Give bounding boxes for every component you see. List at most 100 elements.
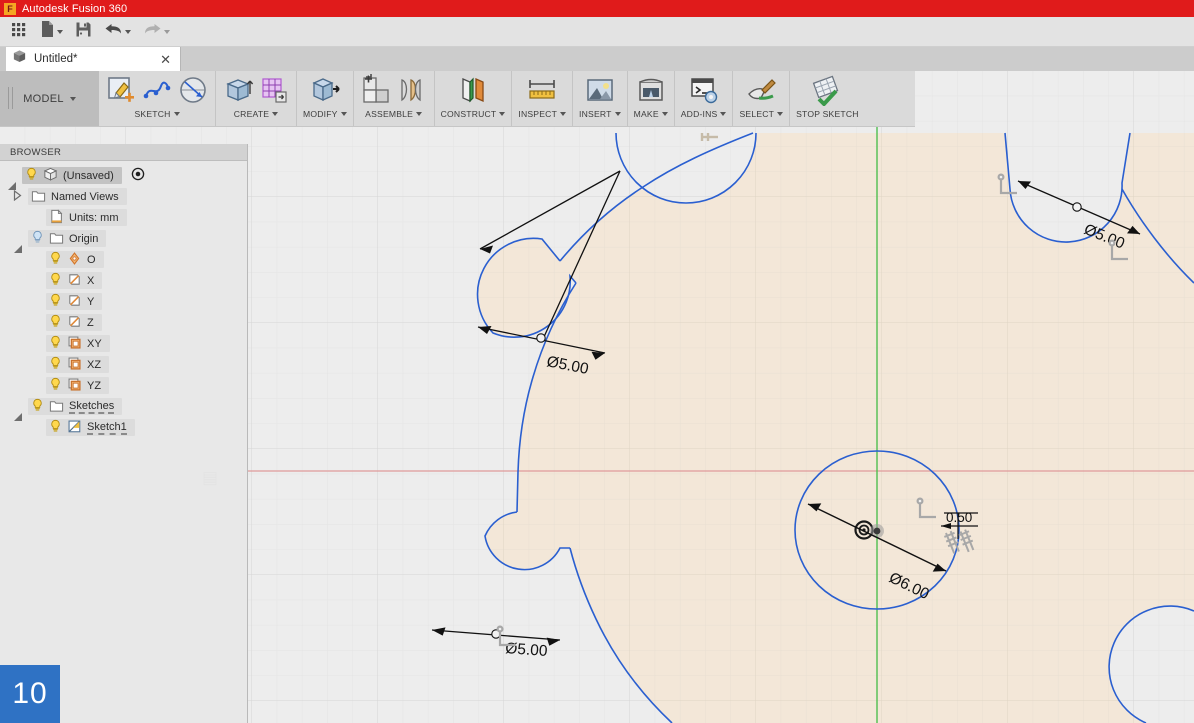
browser-node-pill[interactable]: (Unsaved) (22, 167, 122, 184)
step-number-badge: 10 (0, 665, 60, 723)
joint-icon[interactable] (396, 74, 428, 106)
browser-node-xz[interactable]: XZ (0, 354, 247, 375)
ribbon-label-modify[interactable]: MODIFY (303, 109, 347, 119)
ribbon-label-stop-sketch[interactable]: STOP SKETCH (796, 109, 859, 119)
visibility-bulb-icon[interactable] (49, 314, 62, 331)
browser-node-x[interactable]: X (0, 270, 247, 291)
browser-node-label: XZ (87, 359, 101, 371)
browser-node-pill[interactable]: X (46, 272, 102, 289)
expand-collapse-right-icon[interactable] (12, 190, 23, 204)
insert-image-icon[interactable] (584, 74, 616, 106)
measure-ruler-icon[interactable] (526, 74, 558, 106)
ribbon-label-sketch[interactable]: SKETCH (134, 109, 179, 119)
create-sketch-icon[interactable] (105, 74, 137, 106)
browser-node-pill[interactable]: O (46, 251, 104, 268)
browser-node-pill[interactable]: XZ (46, 356, 109, 373)
browser-node-sketch1[interactable]: Sketch1 (0, 417, 247, 438)
title-bar: F Autodesk Fusion 360 (0, 0, 1194, 17)
new-file-icon (40, 20, 55, 43)
scripts-addins-icon[interactable] (688, 74, 720, 106)
visibility-bulb-icon[interactable] (49, 272, 62, 289)
mesh-create-icon[interactable] (258, 74, 290, 106)
browser-node-unsaved[interactable]: (Unsaved) (0, 165, 247, 186)
visibility-bulb-icon[interactable] (49, 251, 62, 268)
ribbon-label-insert[interactable]: INSERT (579, 109, 621, 119)
browser-node-units-mm[interactable]: Units: mm (0, 207, 247, 228)
browser-node-origin[interactable]: Origin (0, 228, 247, 249)
browser-node-sketches[interactable]: Sketches (0, 396, 247, 417)
browser-node-label: Z (87, 317, 94, 329)
sketch-point (870, 524, 884, 538)
stop-sketch-icon[interactable] (811, 74, 843, 106)
expand-collapse-down-icon[interactable] (12, 401, 23, 413)
camera-view-icon[interactable] (131, 167, 145, 184)
visibility-bulb-icon[interactable] (49, 377, 62, 394)
browser-node-pill[interactable]: Units: mm (46, 209, 127, 226)
ribbon-label-assemble[interactable]: ASSEMBLE (365, 109, 422, 119)
browser-node-pill[interactable]: Origin (28, 230, 106, 247)
redo-caret-icon[interactable] (164, 30, 170, 34)
component-icon (43, 167, 58, 185)
undo-button[interactable] (99, 19, 136, 45)
press-pull-icon[interactable] (309, 74, 341, 106)
spline-icon[interactable] (141, 74, 173, 106)
ribbon-label-create[interactable]: CREATE (234, 109, 278, 119)
visibility-bulb-icon[interactable] (49, 356, 62, 373)
expand-collapse-down-icon[interactable] (6, 170, 17, 182)
workspace-label: MODEL (23, 93, 64, 105)
document-tab[interactable]: Untitled* ✕ (6, 47, 181, 71)
browser-node-pill[interactable]: Named Views (28, 188, 127, 205)
app-title: Autodesk Fusion 360 (22, 3, 127, 15)
browser-node-named-views[interactable]: Named Views (0, 186, 247, 207)
visibility-bulb-icon[interactable] (31, 398, 44, 415)
browser-node-z[interactable]: Z (0, 312, 247, 333)
3d-print-icon[interactable] (635, 74, 667, 106)
plane-icon (67, 335, 82, 353)
workspace-switcher[interactable]: MODEL (0, 71, 99, 126)
browser-tree[interactable]: (Unsaved)Named ViewsUnits: mmOriginOXYZX… (0, 161, 247, 438)
app-grid-button[interactable] (6, 19, 33, 45)
ribbon-label-inspect[interactable]: INSPECT (518, 109, 566, 119)
browser-node-y[interactable]: Y (0, 291, 247, 312)
visibility-bulb-icon[interactable] (49, 419, 62, 436)
browser-node-label: Units: mm (69, 212, 119, 224)
new-component-icon[interactable] (360, 74, 392, 106)
visibility-bulb-icon[interactable] (49, 293, 62, 310)
visibility-bulb-icon[interactable] (31, 230, 44, 247)
ribbon-label-make[interactable]: MAKE (634, 109, 668, 119)
save-button[interactable] (70, 19, 97, 45)
axis-icon (67, 293, 82, 311)
ribbon-label-construct[interactable]: CONSTRUCT (441, 109, 506, 119)
browser-node-pill[interactable]: Sketches (28, 398, 122, 415)
browser-node-xy[interactable]: XY (0, 333, 247, 354)
browser-node-pill[interactable]: Z (46, 314, 102, 331)
browser-node-pill[interactable]: Sketch1 (46, 419, 135, 436)
ribbon-label-addins[interactable]: ADD-INS (681, 109, 727, 119)
sketch-icon (67, 419, 82, 437)
redo-button[interactable] (138, 19, 175, 45)
save-icon (75, 21, 92, 43)
circle-sphere-icon[interactable] (177, 74, 209, 106)
document-tab-label: Untitled* (34, 53, 150, 65)
new-file-caret-icon[interactable] (57, 30, 63, 34)
visibility-bulb-icon[interactable] (49, 335, 62, 352)
browser-node-label: YZ (87, 380, 101, 392)
browser-node-pill[interactable]: YZ (46, 377, 109, 394)
browser-node-label: Sketch1 (87, 421, 127, 435)
browser-node-yz[interactable]: YZ (0, 375, 247, 396)
ribbon-label-select[interactable]: SELECT (739, 109, 783, 119)
browser-node-pill[interactable]: Y (46, 293, 102, 310)
visibility-bulb-icon[interactable] (25, 167, 38, 184)
offset-plane-icon[interactable] (457, 74, 489, 106)
ribbon-group-select: SELECT (733, 71, 790, 126)
undo-caret-icon[interactable] (125, 30, 131, 34)
new-file-button[interactable] (35, 19, 68, 45)
browser-node-pill[interactable]: XY (46, 335, 110, 352)
browser-node-o[interactable]: O (0, 249, 247, 270)
expand-collapse-down-icon[interactable] (12, 233, 23, 245)
select-paint-icon[interactable] (745, 74, 777, 106)
close-icon[interactable]: ✕ (157, 53, 174, 66)
extrude-icon[interactable] (222, 74, 254, 106)
workspace-caret-icon[interactable] (70, 97, 76, 101)
folder-icon (49, 398, 64, 416)
